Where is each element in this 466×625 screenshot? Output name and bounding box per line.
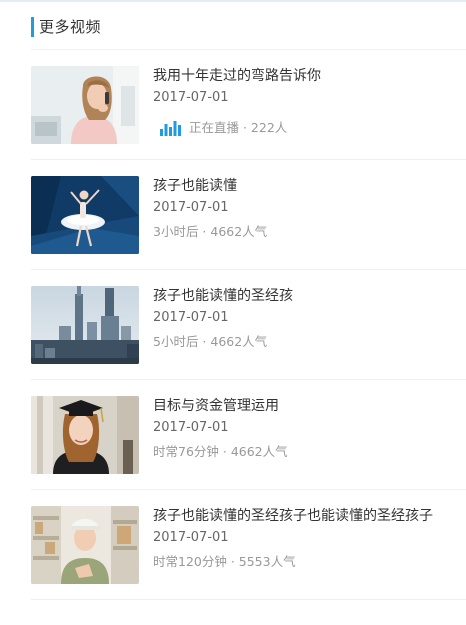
video-title[interactable]: 我用十年走过的弯路告诉你 xyxy=(153,67,466,85)
video-info: 孩子也能读懂的圣经孩子也能读懂的圣经孩子 2017-07-01 时常120分钟 … xyxy=(153,507,466,571)
video-title[interactable]: 孩子也能读懂 xyxy=(153,177,466,195)
video-date: 2017-07-01 xyxy=(153,310,229,325)
video-info: 孩子也能读懂的圣经孩 2017-07-01 5小时后 · 4662人气 xyxy=(153,287,466,351)
video-thumbnail[interactable] xyxy=(31,286,139,364)
woman-on-phone-icon xyxy=(31,66,139,144)
video-date: 2017-07-01 xyxy=(153,530,229,545)
video-thumbnail[interactable] xyxy=(31,506,139,584)
video-thumbnail[interactable] xyxy=(31,396,139,474)
live-signal-icon xyxy=(160,121,181,136)
video-list: 我用十年走过的弯路告诉你 2017-07-01 正在直播 · 222人 孩子也能… xyxy=(31,50,466,600)
video-title[interactable]: 孩子也能读懂的圣经孩 xyxy=(153,287,466,305)
video-meta: 正在直播 · 222人 xyxy=(153,119,466,137)
video-title[interactable]: 孩子也能读懂的圣经孩子也能读懂的圣经孩子 xyxy=(153,507,466,525)
video-item[interactable]: 目标与资金管理运用 2017-07-01 时常76分钟 · 4662人气 xyxy=(31,380,466,490)
video-item[interactable]: 孩子也能读懂的圣经孩 2017-07-01 5小时后 · 4662人气 xyxy=(31,270,466,380)
video-item[interactable]: 孩子也能读懂 2017-07-01 3小时后 · 4662人气 xyxy=(31,160,466,270)
video-thumbnail[interactable] xyxy=(31,176,139,254)
video-info: 我用十年走过的弯路告诉你 2017-07-01 正在直播 · 222人 xyxy=(153,67,466,137)
city-skyline-icon xyxy=(31,286,139,364)
top-border xyxy=(0,0,466,2)
warehouse-worker-icon xyxy=(31,506,139,584)
video-title[interactable]: 目标与资金管理运用 xyxy=(153,397,466,415)
section-accent-bar xyxy=(31,16,34,37)
video-info: 目标与资金管理运用 2017-07-01 时常76分钟 · 4662人气 xyxy=(153,397,466,461)
video-meta-text: 正在直播 · 222人 xyxy=(189,120,288,135)
video-meta: 5小时后 · 4662人气 xyxy=(153,334,268,349)
video-meta: 时常120分钟 · 5553人气 xyxy=(153,554,296,569)
section-header: 更多视频 xyxy=(31,16,101,37)
video-date: 2017-07-01 xyxy=(153,90,229,105)
video-meta: 3小时后 · 4662人气 xyxy=(153,224,268,239)
ballet-dancer-icon xyxy=(31,176,139,254)
video-item[interactable]: 孩子也能读懂的圣经孩子也能读懂的圣经孩子 2017-07-01 时常120分钟 … xyxy=(31,490,466,600)
video-date: 2017-07-01 xyxy=(153,200,229,215)
video-meta: 时常76分钟 · 4662人气 xyxy=(153,444,288,459)
video-info: 孩子也能读懂 2017-07-01 3小时后 · 4662人气 xyxy=(153,177,466,241)
video-thumbnail[interactable] xyxy=(31,66,139,144)
video-date: 2017-07-01 xyxy=(153,420,229,435)
section-title: 更多视频 xyxy=(39,18,102,36)
graduate-icon xyxy=(31,396,139,474)
video-item[interactable]: 我用十年走过的弯路告诉你 2017-07-01 正在直播 · 222人 xyxy=(31,50,466,160)
